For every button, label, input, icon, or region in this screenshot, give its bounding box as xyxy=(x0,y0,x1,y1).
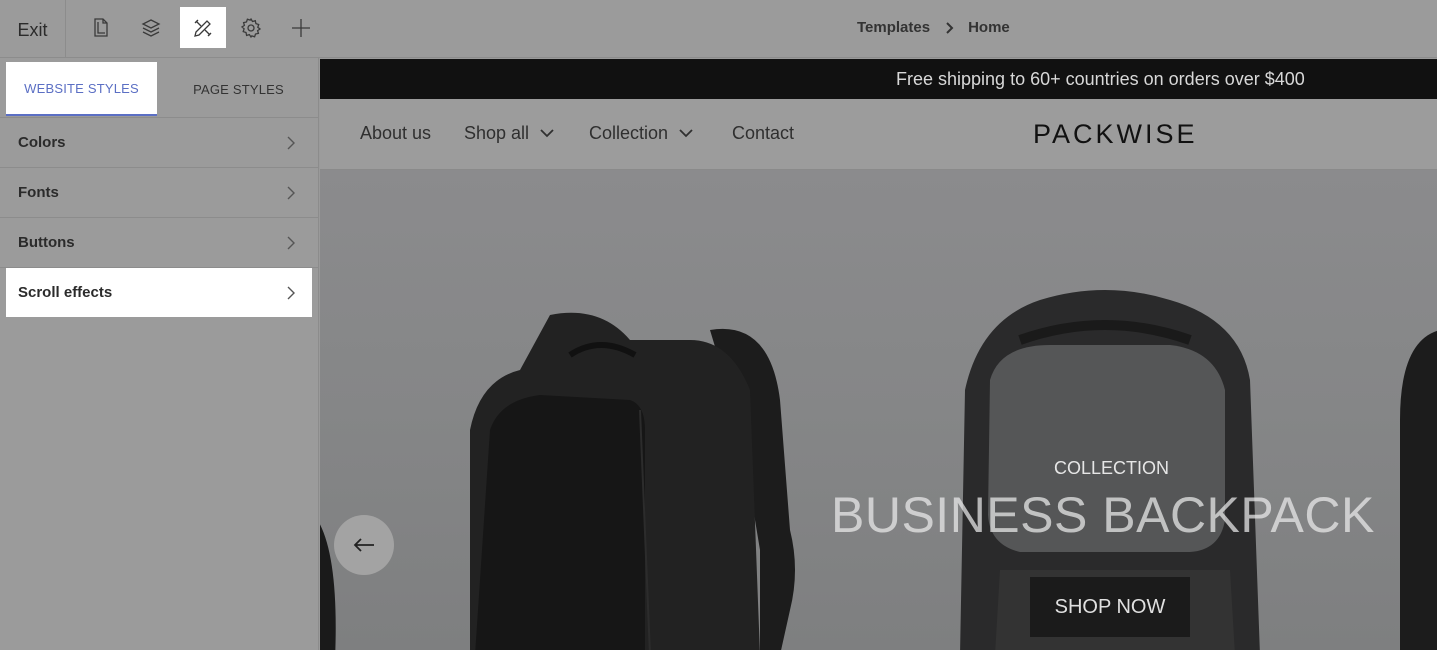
nav-about-us[interactable]: About us xyxy=(360,123,431,144)
chevron-down-icon xyxy=(679,129,693,138)
nav-label: Collection xyxy=(589,123,669,143)
style-item-label: Scroll effects xyxy=(18,284,113,301)
plus-icon[interactable] xyxy=(278,7,324,48)
breadcrumb-templates[interactable]: Templates xyxy=(857,19,930,36)
style-item-colors[interactable]: Colors xyxy=(0,118,318,168)
hero-banner: COLLECTION BUSINESS BACKPACK SHOP NOW xyxy=(320,170,1437,650)
nav-label: Contact xyxy=(732,123,795,143)
nav-contact[interactable]: Contact xyxy=(732,123,794,144)
style-item-buttons[interactable]: Buttons xyxy=(0,218,318,268)
hero-title: BUSINESS BACKPACK xyxy=(831,487,1375,543)
gear-icon[interactable] xyxy=(228,7,274,48)
previous-slide-button[interactable] xyxy=(334,515,394,575)
layers-icon[interactable] xyxy=(128,7,174,48)
site-logo[interactable]: PACKWISE xyxy=(1033,119,1198,150)
style-item-label: Fonts xyxy=(18,184,59,201)
announcement-text: Free shipping to 60+ countries on orders… xyxy=(896,69,1305,89)
chevron-right-icon xyxy=(286,136,296,154)
pages-icon[interactable] xyxy=(78,7,124,48)
chevron-right-icon xyxy=(944,21,956,34)
chevron-right-icon xyxy=(286,236,296,254)
shop-now-button[interactable]: SHOP NOW xyxy=(1030,577,1190,637)
style-item-label: Colors xyxy=(18,134,66,151)
backpack-image xyxy=(1400,331,1437,650)
site-navbar: About us Shop all Collection Contact PAC… xyxy=(320,99,1437,170)
style-item-label: Buttons xyxy=(18,234,75,251)
style-item-fonts[interactable]: Fonts xyxy=(0,168,318,218)
nav-label: About us xyxy=(360,123,432,143)
style-item-scroll-effects[interactable]: Scroll effects xyxy=(6,268,312,317)
breadcrumb: Templates Home xyxy=(857,19,1010,36)
styles-tabs: WEBSITE STYLES PAGE STYLES xyxy=(0,58,318,118)
exit-button[interactable]: Exit xyxy=(0,0,66,58)
tab-website-styles[interactable]: WEBSITE STYLES xyxy=(6,62,157,116)
tab-page-styles[interactable]: PAGE STYLES xyxy=(160,62,317,116)
nav-collection[interactable]: Collection xyxy=(589,123,693,144)
site-preview[interactable]: Free shipping to 60+ countries on orders… xyxy=(320,59,1437,650)
chevron-right-icon xyxy=(286,186,296,204)
hero-subtitle: COLLECTION xyxy=(1054,458,1170,478)
styles-panel: WEBSITE STYLES PAGE STYLES Colors Fonts … xyxy=(0,58,319,650)
nav-shop-all[interactable]: Shop all xyxy=(464,123,554,144)
backpack-image xyxy=(470,312,795,650)
chevron-down-icon xyxy=(540,129,554,138)
arrow-left-icon xyxy=(353,538,374,552)
breadcrumb-home[interactable]: Home xyxy=(968,19,1010,36)
announcement-bar: Free shipping to 60+ countries on orders… xyxy=(320,59,1437,99)
design-tools-icon[interactable] xyxy=(180,7,226,48)
chevron-right-icon xyxy=(286,286,296,304)
top-toolbar: Exit Templates Home xyxy=(0,0,1437,58)
nav-label: Shop all xyxy=(464,123,530,143)
